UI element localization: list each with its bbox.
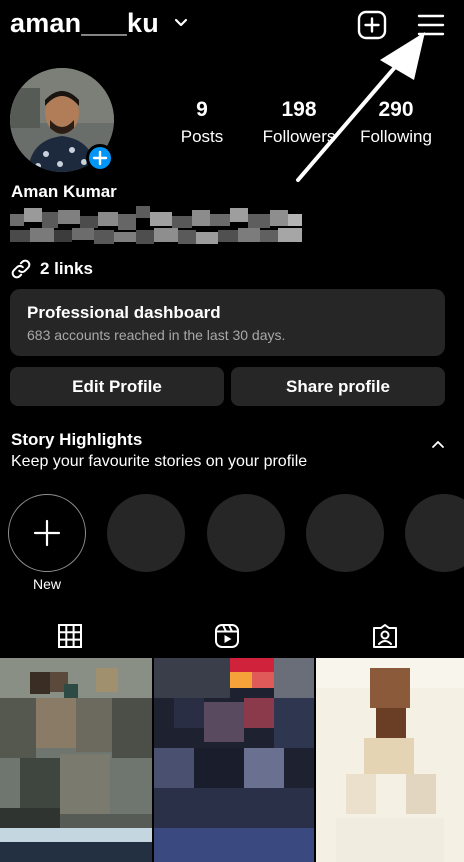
- highlight-placeholder: [306, 494, 384, 572]
- link-icon: [11, 259, 31, 279]
- post-thumbnail[interactable]: [0, 658, 152, 862]
- highlight-placeholder: [405, 494, 464, 572]
- stat-label: Following: [360, 127, 432, 146]
- profile-username[interactable]: aman___ku: [10, 8, 159, 39]
- stat-value: 290: [378, 98, 414, 121]
- new-highlight-button[interactable]: [8, 494, 86, 572]
- dashboard-title: Professional dashboard: [27, 303, 221, 322]
- professional-dashboard-card[interactable]: Professional dashboard 683 accounts reac…: [10, 289, 445, 356]
- highlight-placeholder: [207, 494, 285, 572]
- highlights-subtitle: Keep your favourite stories on your prof…: [11, 453, 308, 470]
- highlights-title: Story Highlights: [11, 430, 143, 449]
- dashboard-subtitle: 683 accounts reached in the last 30 days…: [27, 327, 286, 343]
- profile-links[interactable]: 2 links: [10, 258, 93, 280]
- grid-icon[interactable]: [56, 622, 84, 650]
- post-thumbnail[interactable]: [154, 658, 314, 862]
- profile-name: Aman Kumar: [11, 182, 117, 201]
- edit-profile-button[interactable]: Edit Profile: [10, 367, 224, 406]
- stat-posts[interactable]: 9 Posts: [172, 98, 232, 148]
- stat-label: Posts: [180, 127, 224, 146]
- post-thumbnail[interactable]: [316, 658, 464, 862]
- links-label: 2 links: [40, 259, 93, 278]
- stat-followers[interactable]: 198 Followers: [256, 98, 342, 148]
- stat-label: Followers: [262, 127, 336, 146]
- share-profile-button[interactable]: Share profile: [231, 367, 445, 406]
- tagged-icon[interactable]: [371, 622, 399, 650]
- reels-icon[interactable]: [213, 622, 241, 650]
- chevron-down-icon[interactable]: [174, 18, 188, 28]
- stat-value: 198: [281, 98, 317, 121]
- plus-icon: [92, 150, 108, 166]
- chevron-up-icon[interactable]: [430, 436, 446, 452]
- highlight-placeholder: [107, 494, 185, 572]
- add-story-badge[interactable]: [86, 144, 114, 172]
- stat-following[interactable]: 290 Following: [352, 98, 440, 148]
- bio-pixelated: [10, 206, 302, 244]
- stat-value: 9: [196, 98, 208, 121]
- new-highlight-label: New: [32, 576, 61, 592]
- plus-icon: [33, 519, 61, 547]
